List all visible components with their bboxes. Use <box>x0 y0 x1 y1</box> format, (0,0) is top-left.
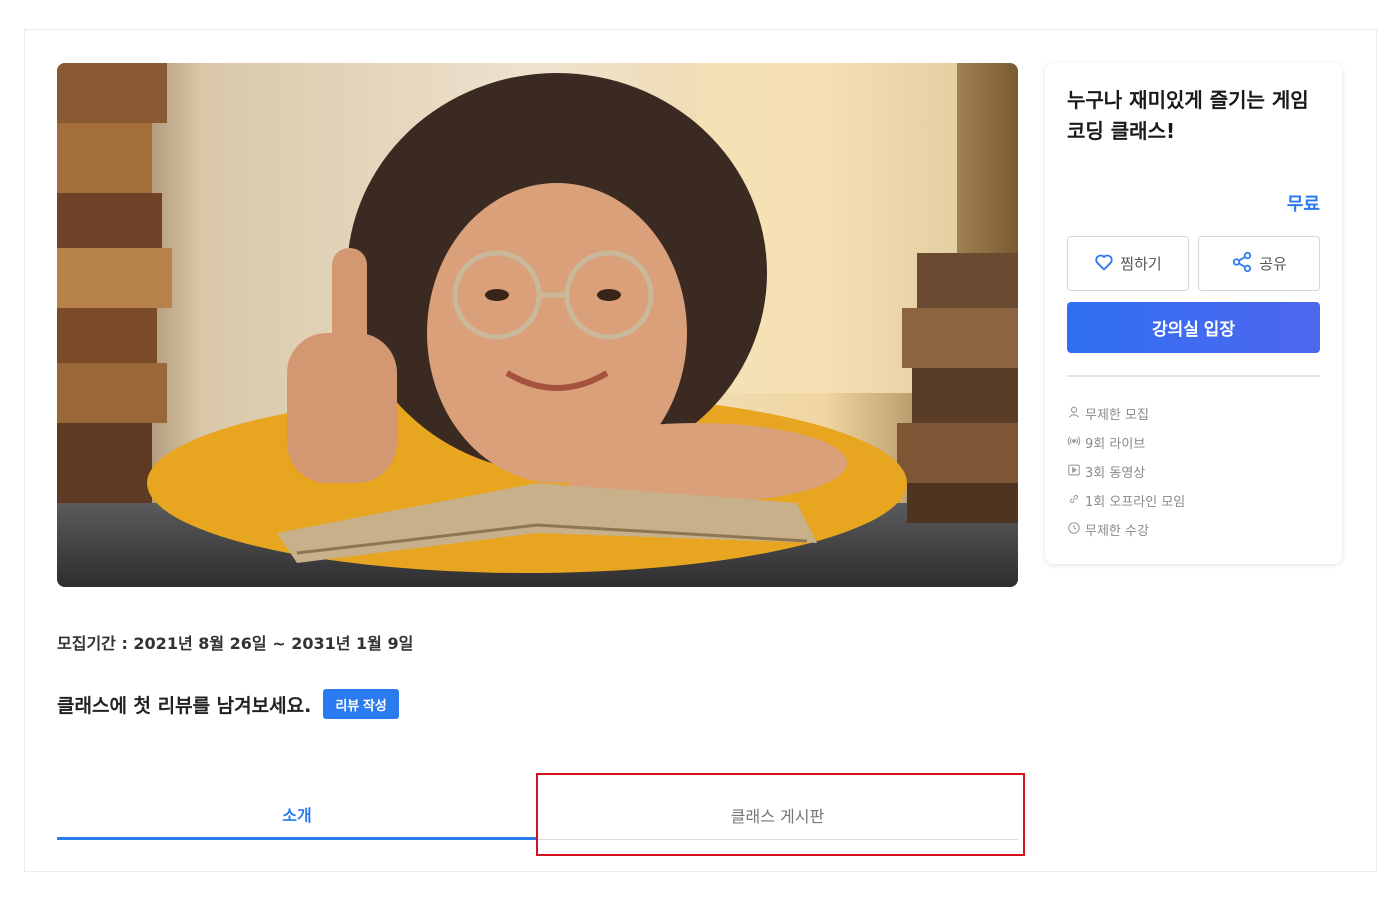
share-icon <box>1231 251 1253 277</box>
tab-intro[interactable]: 소개 <box>57 790 537 840</box>
feature-label: 9회 라이브 <box>1085 437 1146 452</box>
feature-item: 3회 동영상 <box>1067 457 1185 486</box>
tab-highlight-box <box>536 773 1025 856</box>
review-prompt-row: 클래스에 첫 리뷰를 남겨보세요. 리뷰 작성 <box>57 689 399 719</box>
heart-icon <box>1094 252 1114 276</box>
person-icon <box>1067 405 1081 423</box>
write-review-button[interactable]: 리뷰 작성 <box>323 689 399 719</box>
course-price: 무료 <box>1286 194 1320 215</box>
video-icon <box>1067 463 1081 481</box>
like-label: 찜하기 <box>1120 256 1162 273</box>
review-prompt-text: 클래스에 첫 리뷰를 남겨보세요. <box>57 694 312 717</box>
feature-label: 무제한 모집 <box>1085 408 1149 423</box>
link-icon <box>1067 492 1081 510</box>
sidebar-divider <box>1067 375 1320 377</box>
like-button[interactable]: 찜하기 <box>1067 236 1189 291</box>
recruitment-period: 모집기간 : 2021년 8월 26일 ~ 2031년 1월 9일 <box>57 634 414 653</box>
live-icon <box>1067 434 1081 452</box>
enter-classroom-button[interactable]: 강의실 입장 <box>1067 302 1320 353</box>
course-sidebar-card: 누구나 재미있게 즐기는 게임 코딩 클래스! 무료 찜하기 공유 강의실 입장… <box>1045 63 1342 564</box>
feature-label: 1회 오프라인 모임 <box>1085 495 1186 510</box>
feature-item: 무제한 수강 <box>1067 515 1185 544</box>
feature-label: 3회 동영상 <box>1085 466 1146 481</box>
share-label: 공유 <box>1259 256 1287 273</box>
course-title: 누구나 재미있게 즐기는 게임 코딩 클래스! <box>1067 88 1309 143</box>
feature-item: 1회 오프라인 모임 <box>1067 486 1185 515</box>
feature-list: 무제한 모집 9회 라이브 3회 동영상 1회 오프라인 모임 무제한 수강 <box>1067 399 1185 544</box>
feature-item: 9회 라이브 <box>1067 428 1185 457</box>
feature-item: 무제한 모집 <box>1067 399 1185 428</box>
clock-icon <box>1067 521 1081 539</box>
course-cover-image <box>57 63 1018 587</box>
feature-label: 무제한 수강 <box>1085 524 1149 539</box>
share-button[interactable]: 공유 <box>1198 236 1320 291</box>
